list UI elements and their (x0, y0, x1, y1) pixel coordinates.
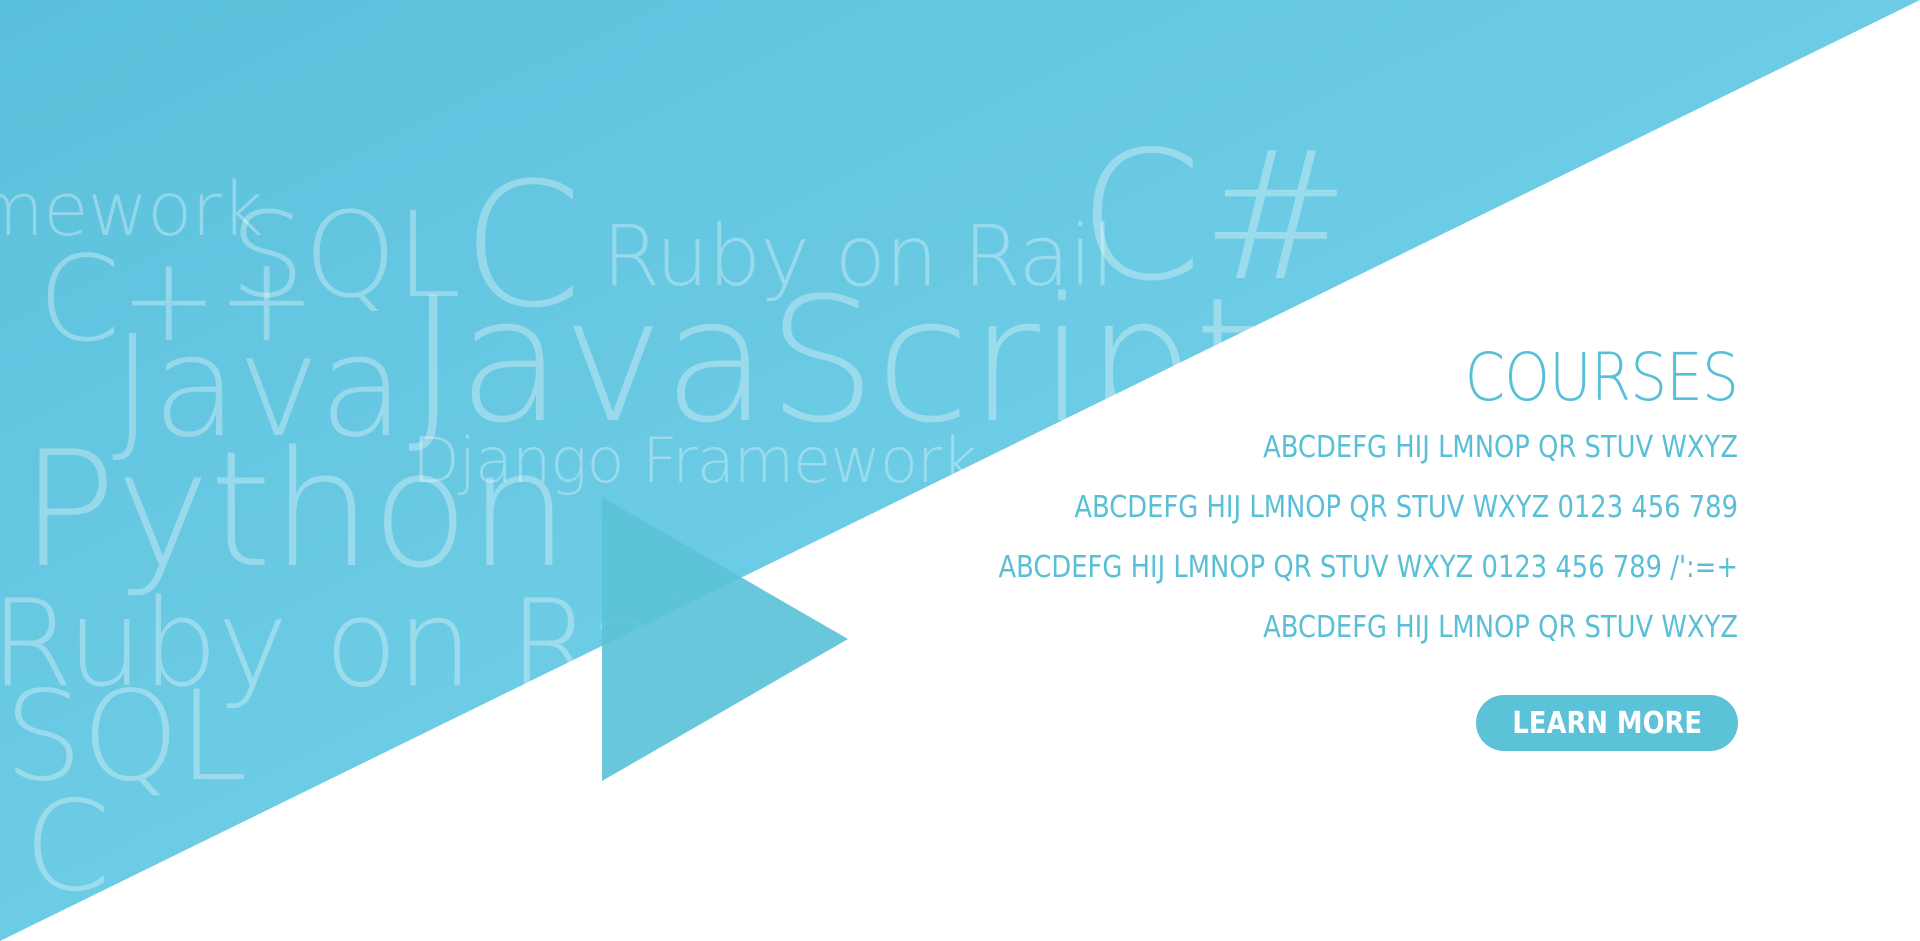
learn-more-label: LEARN MORE (1512, 706, 1702, 741)
bg-word-c-bottom: C (24, 775, 111, 919)
text-line-1: ABCDEFG HIJ LMNOP QR STUV WXYZ (1263, 430, 1738, 465)
courses-content: COURSES ABCDEFG HIJ LMNOP QR STUV WXYZ A… (838, 339, 1739, 751)
text-line-3: ABCDEFG HIJ LMNOP QR STUV WXYZ 0123 456 … (998, 550, 1738, 585)
text-line-2: ABCDEFG HIJ LMNOP QR STUV WXYZ 0123 456 … (1074, 490, 1738, 525)
hero-banner: mework SQL C Ruby on Rail C# C++ JavaScr… (0, 0, 1920, 941)
text-line-4: ABCDEFG HIJ LMNOP QR STUV WXYZ (1263, 610, 1738, 645)
bg-word-python: Python (20, 416, 570, 603)
courses-title: COURSES (1464, 339, 1739, 416)
learn-more-button[interactable]: LEARN MORE (1476, 695, 1738, 751)
